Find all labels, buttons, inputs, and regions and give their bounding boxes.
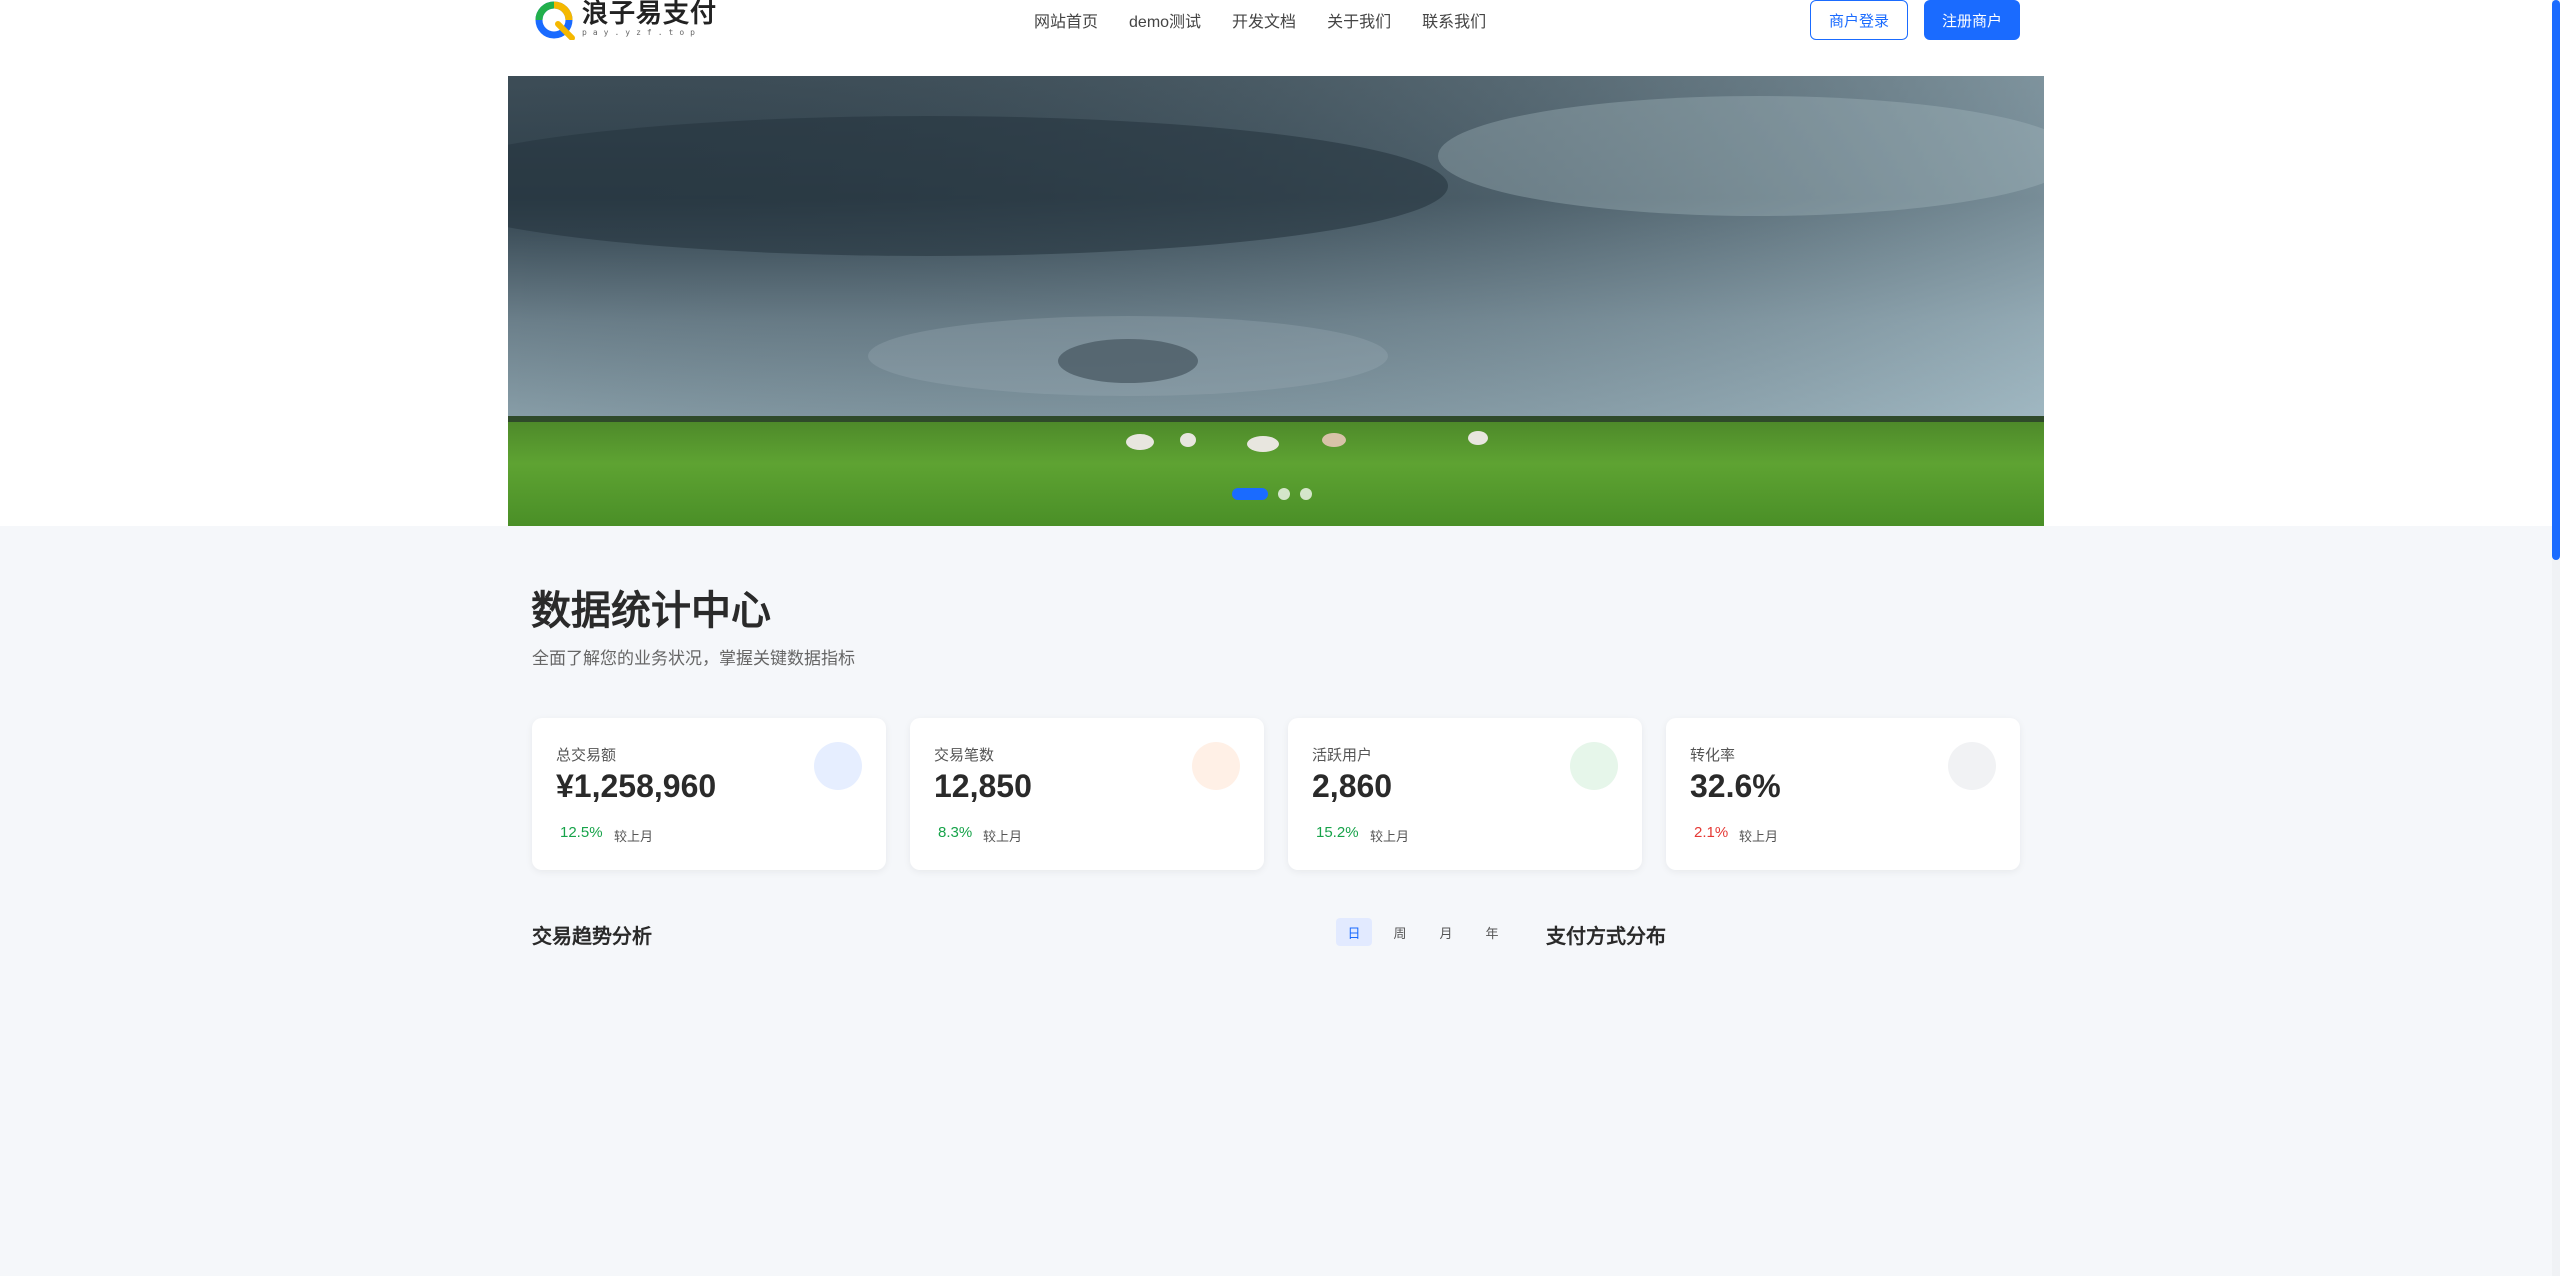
stat-card-conversion: 转化率 32.6% 2.1% 较上月	[1666, 718, 2020, 870]
stat-card-active-users: 活跃用户 2,860 15.2% 较上月	[1288, 718, 1642, 870]
banner-image	[508, 76, 2044, 526]
period-tabs: 日 周 月 年	[1336, 918, 1510, 946]
stat-label: 转化率	[1690, 747, 1736, 764]
stat-card-total-amount: 总交易额 ¥1,258,960 12.5% 较上月	[532, 718, 886, 870]
stat-label: 活跃用户	[1312, 747, 1373, 764]
merchant-login-button[interactable]: 商户登录	[1810, 0, 1908, 40]
stat-change: 12.5%	[560, 824, 603, 841]
site-header: 浪子易支付 pay.yzf.top 网站首页 demo测试 开发文档 关于我们 …	[0, 0, 2552, 42]
stat-value: 2,860	[1312, 768, 1393, 804]
stat-compare-label: 较上月	[614, 829, 654, 844]
stat-change: 15.2%	[1316, 824, 1359, 841]
stat-value: 32.6%	[1690, 768, 1781, 804]
nav-about[interactable]: 关于我们	[1327, 8, 1391, 32]
banner-carousel[interactable]	[508, 76, 2044, 526]
stat-compare-label: 较上月	[1739, 829, 1779, 844]
trend-chart-title: 交易趋势分析	[532, 926, 652, 948]
logo-subtitle: pay.yzf.top	[582, 28, 701, 37]
payment-chart-title: 支付方式分布	[1546, 926, 1666, 948]
transactions-icon	[1192, 742, 1240, 790]
stat-compare-label: 较上月	[983, 829, 1023, 844]
carousel-indicators	[1232, 488, 1312, 500]
stat-value: ¥1,258,960	[556, 768, 717, 804]
users-icon	[1570, 742, 1618, 790]
register-merchant-button[interactable]: 注册商户	[1924, 0, 2020, 40]
tab-year[interactable]: 年	[1474, 918, 1510, 946]
carousel-dot-2[interactable]	[1278, 488, 1290, 500]
nav-demo[interactable]: demo测试	[1129, 8, 1201, 32]
stat-value: 12,850	[934, 768, 1032, 804]
carousel-dot-3[interactable]	[1300, 488, 1312, 500]
nav-home[interactable]: 网站首页	[1034, 8, 1098, 32]
carousel-dot-1[interactable]	[1232, 488, 1268, 500]
nav-docs[interactable]: 开发文档	[1232, 8, 1296, 32]
main-nav: 网站首页 demo测试 开发文档 关于我们 联系我们	[1034, 0, 1486, 40]
logo[interactable]: 浪子易支付 pay.yzf.top	[534, 0, 717, 42]
logo-icon	[534, 0, 576, 41]
amount-icon	[814, 742, 862, 790]
stat-change: 8.3%	[938, 824, 973, 841]
stat-label: 交易笔数	[934, 747, 995, 764]
logo-title: 浪子易支付	[582, 0, 718, 29]
stat-compare-label: 较上月	[1370, 829, 1410, 844]
stat-change: 2.1%	[1694, 824, 1729, 841]
stat-card-transactions: 交易笔数 12,850 8.3% 较上月	[910, 718, 1264, 870]
scrollbar-thumb[interactable]	[2552, 0, 2560, 560]
tab-day[interactable]: 日	[1336, 918, 1372, 946]
stat-label: 总交易额	[556, 747, 617, 764]
tab-month[interactable]: 月	[1428, 918, 1464, 946]
stats-title: 数据统计中心	[531, 589, 771, 633]
tab-week[interactable]: 周	[1382, 918, 1418, 946]
nav-contact[interactable]: 联系我们	[1422, 8, 1486, 32]
conversion-icon	[1948, 742, 1996, 790]
stats-subtitle: 全面了解您的业务状况，掌握关键数据指标	[532, 649, 855, 668]
